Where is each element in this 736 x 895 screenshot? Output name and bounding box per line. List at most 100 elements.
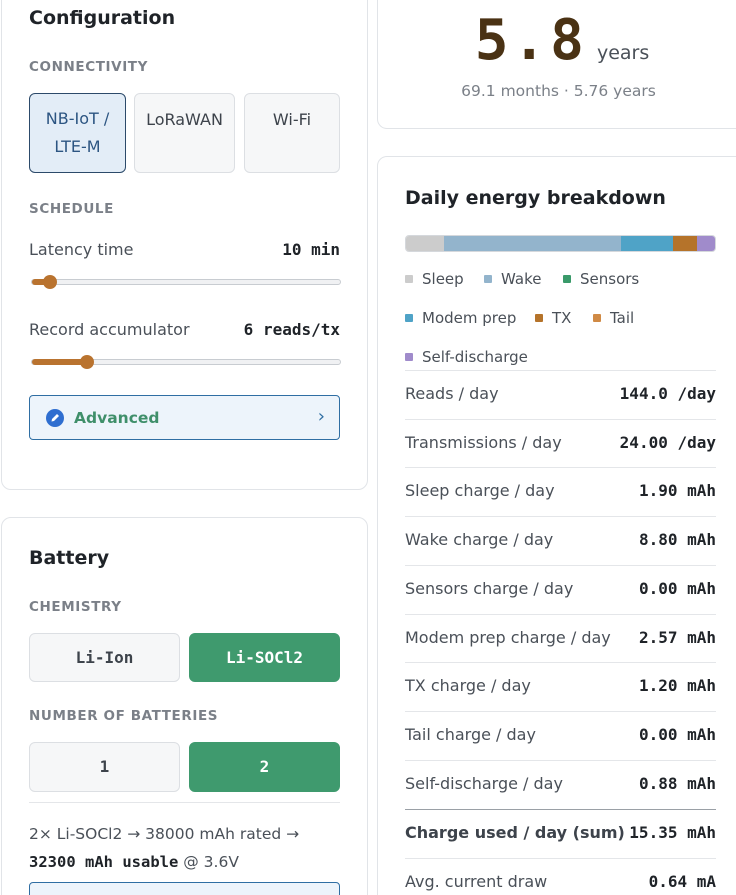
table-row: Avg. current draw 0.64 mA [405,858,716,895]
chemistry-label: CHEMISTRY [29,599,122,615]
legend-item: Modem prep [405,309,516,327]
summary-prefix: 2× Li-SOCl2 → 38000 mAh rated → [29,825,300,843]
legend-item: Self-discharge [405,348,528,366]
option-line-2: LTE-M [54,137,101,156]
schedule-label: SCHEDULE [29,201,114,217]
legend-item: Wake [484,270,541,288]
summary-usable: 32300 mAh usable [29,853,179,871]
battery-summary: 2× Li-SOCl2 → 38000 mAh rated → 32300 mA… [29,820,349,876]
chemistry-option-lisocl2[interactable]: Li-SOCl2 [189,633,340,682]
bar-segment-wake [444,236,622,251]
table-row: Modem prep charge / day 2.57 mAh [405,614,716,663]
legend-label: Self-discharge [422,348,528,366]
legend-label: Sleep [422,270,464,288]
battery-divider [29,802,340,803]
legend-label: Modem prep [422,309,517,327]
row-label: TX charge / day [405,676,531,695]
legend-label: Wake [501,270,542,288]
legend-swatch [593,314,601,322]
accumulator-slider-fill [32,359,88,365]
option-line-1: NB-IoT / [45,109,110,128]
bar-segment-tx [672,236,698,251]
option-label: 2 [259,757,270,776]
legend-label: Tail [610,309,635,327]
table-row: Charge used / day (sum) 15.35 mAh [405,809,716,858]
row-value: 144.0 /day [619,384,716,403]
energy-title: Daily energy breakdown [405,187,666,209]
accumulator-value: 6 reads/tx [243,320,340,339]
advanced-toggle[interactable]: Advanced › [29,395,340,440]
battery-title: Battery [29,547,110,569]
table-row: Self-discharge / day 0.88 mAh [405,760,716,809]
row-value: 1.20 mAh [638,676,716,695]
option-label: Wi-Fi [272,110,312,129]
bar-segment-modem-prep [621,236,673,251]
row-label: Sensors charge / day [405,579,574,598]
legend-label: TX [552,309,572,327]
row-label: Sleep charge / day [405,481,555,500]
lifetime-unit: years [596,42,650,64]
chemistry-option-liion[interactable]: Li-Ion [29,633,180,682]
legend-swatch [535,314,543,322]
latency-label: Latency time [29,240,134,259]
legend-item: Sensors [563,270,639,288]
lifetime-subtext: 69.1 months · 5.76 years [461,82,656,100]
row-value: 0.64 mA [648,872,716,891]
legend-item: Sleep [405,270,464,288]
legend-item: Tail [593,309,634,327]
legend-item: TX [535,309,571,327]
row-value: 0.00 mAh [638,725,716,744]
legend-swatch [563,275,571,283]
table-row: Sensors charge / day 0.00 mAh [405,565,716,614]
row-value: 0.00 mAh [638,579,716,598]
accumulator-label: Record accumulator [29,320,190,339]
battery-count-option-2[interactable]: 2 [189,742,340,792]
latency-value: 10 min [282,240,340,259]
row-label: Wake charge / day [405,530,554,549]
battery-info-box [29,882,340,895]
row-label: Charge used / day (sum) [405,823,625,842]
row-value: 1.90 mAh [638,481,716,500]
connectivity-option-wifi[interactable]: Wi-Fi [244,93,340,173]
configuration-title: Configuration [29,7,176,29]
bar-segment-self-discharge [697,236,715,251]
connectivity-label: CONNECTIVITY [29,59,148,75]
option-label: LoRaWAN [146,110,223,129]
table-row: Reads / day 144.0 /day [405,370,716,419]
row-value: 24.00 /day [619,433,716,452]
bar-segment-sleep [406,236,445,251]
row-value: 0.88 mAh [638,774,716,793]
battery-count-label: NUMBER OF BATTERIES [29,708,219,724]
table-row: Sleep charge / day 1.90 mAh [405,467,716,516]
legend-swatch [484,275,492,283]
connectivity-option-nbiot[interactable]: NB-IoT / LTE-M [29,93,126,173]
option-label: Li-SOCl2 [225,647,304,667]
row-value: 2.57 mAh [638,628,716,647]
latency-slider[interactable] [31,275,341,289]
legend-swatch [405,314,413,322]
legend-swatch [405,275,413,283]
energy-stacked-bar [405,235,716,252]
accumulator-slider[interactable] [31,355,341,369]
legend-label: Sensors [580,270,640,288]
row-label: Tail charge / day [405,725,536,744]
lifetime-value: 5.8 [474,8,588,73]
table-row: Transmissions / day 24.00 /day [405,419,716,468]
advanced-label: Advanced [74,409,160,427]
row-label: Transmissions / day [405,433,562,452]
chevron-right-icon: › [317,406,325,427]
option-label: Li-Ion [75,647,134,667]
row-label: Self-discharge / day [405,774,563,793]
row-label: Avg. current draw [405,872,548,891]
table-row: Wake charge / day 8.80 mAh [405,516,716,565]
legend-swatch [405,353,413,361]
table-row: Tail charge / day 0.00 mAh [405,711,716,760]
table-row: TX charge / day 1.20 mAh [405,662,716,711]
battery-count-option-1[interactable]: 1 [29,742,180,792]
connectivity-option-lorawan[interactable]: LoRaWAN [134,93,235,173]
row-value: 8.80 mAh [638,530,716,549]
row-label: Reads / day [405,384,499,403]
pencil-icon [46,409,64,427]
summary-suffix: @ 3.6V [183,853,239,871]
row-label: Modem prep charge / day [405,628,611,647]
